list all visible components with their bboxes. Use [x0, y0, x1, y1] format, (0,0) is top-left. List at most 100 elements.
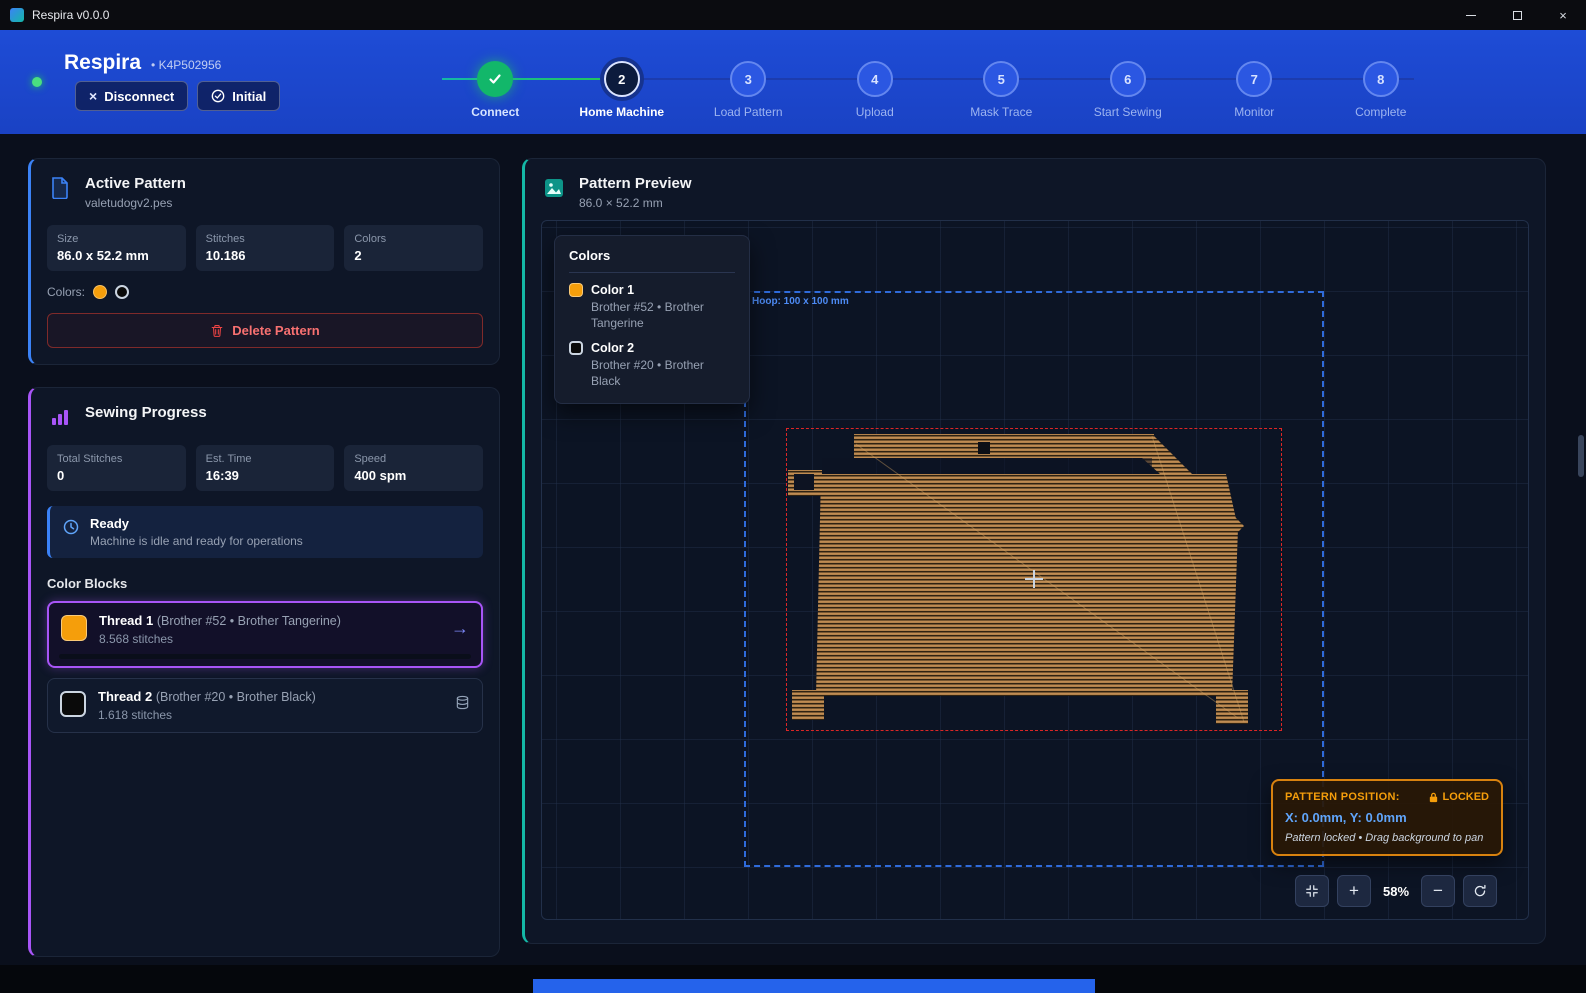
stat-value: 400 spm — [354, 468, 473, 483]
stat-value: 86.0 x 52.2 mm — [57, 248, 176, 263]
app-header: Respira • K4P502956 × Disconnect Initial — [0, 30, 1586, 134]
thread-row-2[interactable]: Thread 2 (Brother #20 • Brother Black) 1… — [47, 678, 483, 733]
step-start-sewing[interactable]: 6 Start Sewing — [1065, 61, 1192, 119]
bottom-bar — [533, 979, 1095, 993]
pattern-preview-card: Pattern Preview 86.0 × 52.2 mm Colors Co… — [522, 158, 1546, 944]
refresh-view-button[interactable] — [1463, 875, 1497, 907]
machine-status-box: Ready Machine is idle and ready for oper… — [47, 506, 483, 558]
stat-value: 2 — [354, 248, 473, 263]
legend-swatch-orange — [569, 283, 583, 297]
minimize-button[interactable] — [1448, 0, 1494, 30]
pattern-dimensions: 86.0 × 52.2 mm — [579, 196, 692, 210]
thread-name: Thread 1 — [99, 613, 153, 628]
disconnect-button[interactable]: × Disconnect — [75, 81, 188, 111]
title-bar: Respira v0.0.0 × — [0, 0, 1586, 30]
thread-detail: (Brother #20 • Brother Black) — [156, 690, 316, 704]
step-label: Complete — [1355, 105, 1406, 119]
stat-value: 16:39 — [206, 468, 325, 483]
legend-item-color-2: Color 2 Brother #20 • Brother Black — [569, 341, 735, 389]
stat-value: 0 — [57, 468, 176, 483]
divider — [569, 272, 735, 273]
step-home-machine[interactable]: 2 Home Machine — [559, 61, 686, 119]
zoom-out-button[interactable]: − — [1421, 875, 1455, 907]
step-label: Start Sewing — [1094, 105, 1162, 119]
step-label: Mask Trace — [970, 105, 1032, 119]
footer-bar — [0, 965, 1586, 993]
brand-title: Respira — [64, 51, 141, 75]
preview-canvas[interactable]: Colors Color 1 Brother #52 • Brother Tan… — [541, 220, 1529, 920]
disconnect-label: Disconnect — [104, 89, 174, 104]
step-mask-trace[interactable]: 5 Mask Trace — [938, 61, 1065, 119]
thread-1-swatch — [61, 615, 87, 641]
pattern-filename: valetudogv2.pes — [85, 196, 186, 210]
layers-icon — [455, 695, 470, 710]
initial-label: Initial — [232, 89, 266, 104]
stat-label: Est. Time — [206, 453, 325, 465]
delete-pattern-label: Delete Pattern — [232, 323, 319, 338]
color-swatch-black — [115, 285, 129, 299]
stat-label: Size — [57, 233, 176, 245]
zoom-in-button[interactable]: + — [1337, 875, 1371, 907]
step-label: Home Machine — [579, 105, 664, 119]
legend-color-desc: Brother #52 • Brother Tangerine — [591, 300, 735, 331]
close-button[interactable]: × — [1540, 0, 1586, 30]
active-pattern-card: Active Pattern valetudogv2.pes Size 86.0… — [28, 158, 500, 365]
check-circle-icon — [211, 89, 225, 103]
stat-stitches: Stitches 10.186 — [196, 225, 335, 271]
pattern-position-label: PATTERN POSITION: — [1285, 791, 1400, 803]
thread-2-swatch — [60, 691, 86, 717]
step-number: 3 — [730, 61, 766, 97]
thread-row-1[interactable]: Thread 1 (Brother #52 • Brother Tangerin… — [47, 601, 483, 668]
color-blocks-label: Color Blocks — [47, 576, 483, 591]
step-number: 4 — [857, 61, 893, 97]
step-upload[interactable]: 4 Upload — [812, 61, 939, 119]
delete-pattern-button[interactable]: Delete Pattern — [47, 313, 483, 348]
stat-colors: Colors 2 — [344, 225, 483, 271]
colors-panel-title: Colors — [569, 248, 735, 263]
bar-chart-icon — [47, 404, 73, 430]
clock-icon — [62, 518, 80, 536]
sewing-progress-title: Sewing Progress — [85, 404, 207, 421]
close-x-icon: × — [89, 88, 97, 104]
step-complete[interactable]: 8 Complete — [1318, 61, 1445, 119]
thread-stitch-count: 1.618 stitches — [98, 708, 443, 722]
locked-label: LOCKED — [1443, 791, 1489, 803]
maximize-button[interactable] — [1494, 0, 1540, 30]
active-pattern-title: Active Pattern — [85, 175, 186, 192]
step-load-pattern[interactable]: 3 Load Pattern — [685, 61, 812, 119]
colors-legend-panel: Colors Color 1 Brother #52 • Brother Tan… — [554, 235, 750, 404]
step-number: 2 — [604, 61, 640, 97]
stat-total-stitches: Total Stitches 0 — [47, 445, 186, 491]
stat-label: Total Stitches — [57, 453, 176, 465]
status-description: Machine is idle and ready for operations — [90, 534, 303, 548]
left-column: Active Pattern valetudogv2.pes Size 86.0… — [28, 158, 500, 957]
vertical-scrollbar[interactable] — [1578, 435, 1584, 477]
machine-serial: • K4P502956 — [151, 58, 221, 72]
stat-est-time: Est. Time 16:39 — [196, 445, 335, 491]
legend-color-desc: Brother #20 • Brother Black — [591, 358, 735, 389]
connection-status-dot — [32, 77, 42, 87]
window-title: Respira v0.0.0 — [32, 8, 109, 22]
zoom-level-label: 58% — [1379, 884, 1413, 899]
initial-button[interactable]: Initial — [197, 81, 280, 111]
stat-label: Colors — [354, 233, 473, 245]
step-connect[interactable]: Connect — [432, 61, 559, 119]
image-icon — [541, 175, 567, 201]
trash-icon — [210, 324, 224, 338]
fit-to-screen-button[interactable] — [1295, 875, 1329, 907]
pattern-lock-hint: Pattern locked • Drag background to pan — [1285, 832, 1489, 844]
step-number: 8 — [1363, 61, 1399, 97]
thread-1-progress-bar — [59, 654, 471, 659]
step-connect-check-icon — [477, 61, 513, 97]
step-monitor[interactable]: 7 Monitor — [1191, 61, 1318, 119]
legend-color-name: Color 1 — [591, 283, 634, 297]
app-icon — [10, 8, 24, 22]
main-content: Active Pattern valetudogv2.pes Size 86.0… — [0, 134, 1586, 965]
thread-name: Thread 2 — [98, 689, 152, 704]
arrow-right-icon: → — [451, 619, 469, 637]
stat-speed: Speed 400 spm — [344, 445, 483, 491]
pattern-coordinates: X: 0.0mm, Y: 0.0mm — [1285, 810, 1489, 825]
legend-swatch-black — [569, 341, 583, 355]
step-label: Load Pattern — [714, 105, 783, 119]
color-swatch-orange — [93, 285, 107, 299]
